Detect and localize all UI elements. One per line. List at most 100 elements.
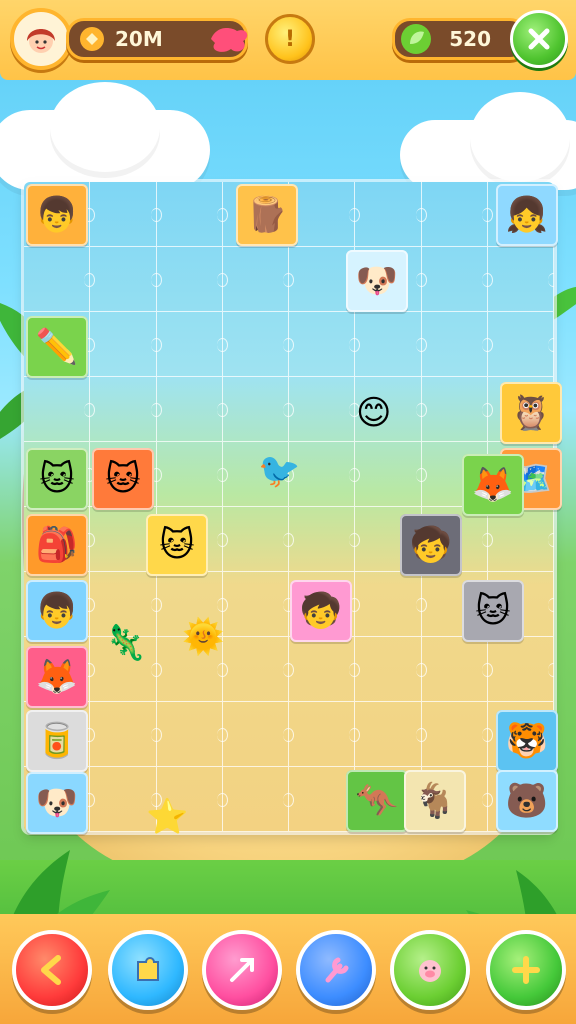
shuffle-button[interactable] (202, 930, 282, 1010)
puzzle-cell[interactable] (421, 702, 494, 767)
puzzle-cell[interactable] (289, 377, 361, 442)
puzzle-cell[interactable] (421, 182, 494, 247)
tile-cat-pink[interactable]: 🐱 (26, 448, 88, 510)
puzzle-cell[interactable] (90, 182, 162, 247)
tile-log-icon: 🪵 (245, 195, 289, 235)
chevron-left-icon (41, 955, 61, 985)
puzzle-cell[interactable] (222, 767, 295, 832)
tile-boy[interactable]: 👦 (26, 184, 88, 246)
tile-cup[interactable]: 🥫 (26, 710, 88, 772)
puzzle-cell[interactable] (289, 637, 361, 702)
tile-cat-blue[interactable]: 🐱 (146, 514, 208, 576)
tile-bear[interactable]: 🐻 (496, 770, 558, 832)
puzzle-cell[interactable] (289, 507, 361, 572)
tile-cat-red[interactable]: 🐱 (92, 448, 154, 510)
tile-fox[interactable]: 🦊 (462, 454, 524, 516)
puzzle-cell[interactable] (289, 702, 361, 767)
pig-icon (419, 960, 441, 982)
puzzle-cell[interactable] (156, 247, 229, 312)
puzzle-cell[interactable] (289, 312, 361, 377)
puzzle-cell[interactable] (90, 312, 162, 377)
puzzle-cell[interactable] (487, 247, 554, 312)
tile-cat-blue-icon: 🐱 (159, 525, 195, 565)
puzzle-cell[interactable] (222, 507, 295, 572)
coin-symbol: ! (284, 26, 296, 52)
puzzle-cell[interactable] (222, 312, 295, 377)
tile-dog-icon: 🐶 (355, 261, 399, 301)
close-button[interactable] (510, 10, 568, 68)
puzzle-cell[interactable] (156, 312, 229, 377)
puzzle-cell[interactable] (222, 637, 295, 702)
tile-pencil[interactable]: ✏️ (26, 316, 88, 378)
tile-dog[interactable]: 🐶 (346, 250, 408, 312)
puzzle-cell[interactable] (355, 702, 427, 767)
puzzle-cell[interactable] (421, 377, 494, 442)
currency-pill: 20M (66, 18, 248, 60)
tile-cat-grey[interactable]: 🐱 (462, 580, 524, 642)
puzzle-cell[interactable] (487, 637, 554, 702)
puzzle-cell[interactable] (156, 442, 229, 507)
puzzle-cell[interactable] (289, 182, 361, 247)
puzzle-cell[interactable] (355, 572, 427, 637)
puzzle-cell[interactable] (487, 507, 554, 572)
puzzle-cell[interactable] (222, 247, 295, 312)
tile-bag[interactable]: 🎒 (26, 514, 88, 576)
piece-icon (137, 957, 159, 981)
tile-fox-2[interactable]: 🦊 (26, 646, 88, 708)
tile-owl[interactable]: 🦉 (500, 382, 562, 444)
tile-tiger[interactable]: 🐯 (496, 710, 558, 772)
cloud-right-puff (470, 92, 570, 182)
tile-goat-icon: 🐐 (413, 781, 457, 821)
puzzle-cell[interactable] (355, 442, 427, 507)
puzzle-cell[interactable] (90, 702, 162, 767)
tile-kid-red[interactable]: 🧒 (400, 514, 462, 576)
float-bird[interactable]: 🐦 (258, 454, 300, 488)
float-lizard[interactable]: 🦎 (104, 626, 146, 660)
puzzle-cell[interactable] (421, 312, 494, 377)
puzzle-cell[interactable] (421, 247, 494, 312)
float-starfish[interactable]: ⭐ (146, 800, 188, 834)
puzzle-cell[interactable] (222, 377, 295, 442)
puzzle-cell[interactable] (222, 572, 295, 637)
tile-pencil-icon: ✏️ (35, 327, 79, 367)
hint-button[interactable] (108, 930, 188, 1010)
close-icon (528, 28, 550, 50)
puzzle-cell[interactable] (90, 247, 162, 312)
puzzle-cell[interactable] (355, 312, 427, 377)
back-button[interactable] (12, 930, 92, 1010)
puzzle-cell[interactable] (487, 312, 554, 377)
pets-button[interactable] (390, 930, 470, 1010)
tools-button[interactable] (296, 930, 376, 1010)
arrow-icon (230, 958, 254, 982)
add-button[interactable] (486, 930, 566, 1010)
paint-splat-icon (211, 28, 248, 52)
currency-amount: 20M (115, 27, 163, 51)
score-value: 520 (449, 27, 491, 51)
tile-girl[interactable]: 👧 (496, 184, 558, 246)
cloud-left-puff (50, 82, 160, 172)
tile-kangaroo[interactable]: 🦘 (346, 770, 408, 832)
puzzle-cell[interactable] (421, 637, 494, 702)
player-avatar[interactable] (10, 8, 72, 70)
puzzle-cell[interactable] (156, 702, 229, 767)
tile-hood[interactable]: 🧒 (290, 580, 352, 642)
puzzle-cell[interactable] (24, 247, 96, 312)
coin-button[interactable]: ! (265, 14, 315, 64)
tile-boy-2[interactable]: 👦 (26, 580, 88, 642)
tile-fox-2-icon: 🦊 (35, 657, 79, 697)
tile-log[interactable]: 🪵 (236, 184, 298, 246)
puzzle-cell[interactable] (156, 377, 229, 442)
puzzle-cell[interactable] (90, 377, 162, 442)
float-sun[interactable]: 🌞 (182, 620, 224, 654)
tile-goat[interactable]: 🐐 (404, 770, 466, 832)
tile-fox-icon: 🦊 (471, 465, 515, 505)
tile-cat-red-icon: 🐱 (105, 459, 141, 499)
tile-corgi[interactable]: 🐶 (26, 772, 88, 834)
float-smile[interactable]: 😊 (356, 396, 391, 430)
puzzle-cell[interactable] (156, 182, 229, 247)
puzzle-cell[interactable] (24, 377, 96, 442)
puzzle-cell[interactable] (355, 182, 427, 247)
puzzle-cell[interactable] (222, 702, 295, 767)
puzzle-cell[interactable] (355, 637, 427, 702)
tile-corgi-icon: 🐶 (35, 783, 79, 823)
